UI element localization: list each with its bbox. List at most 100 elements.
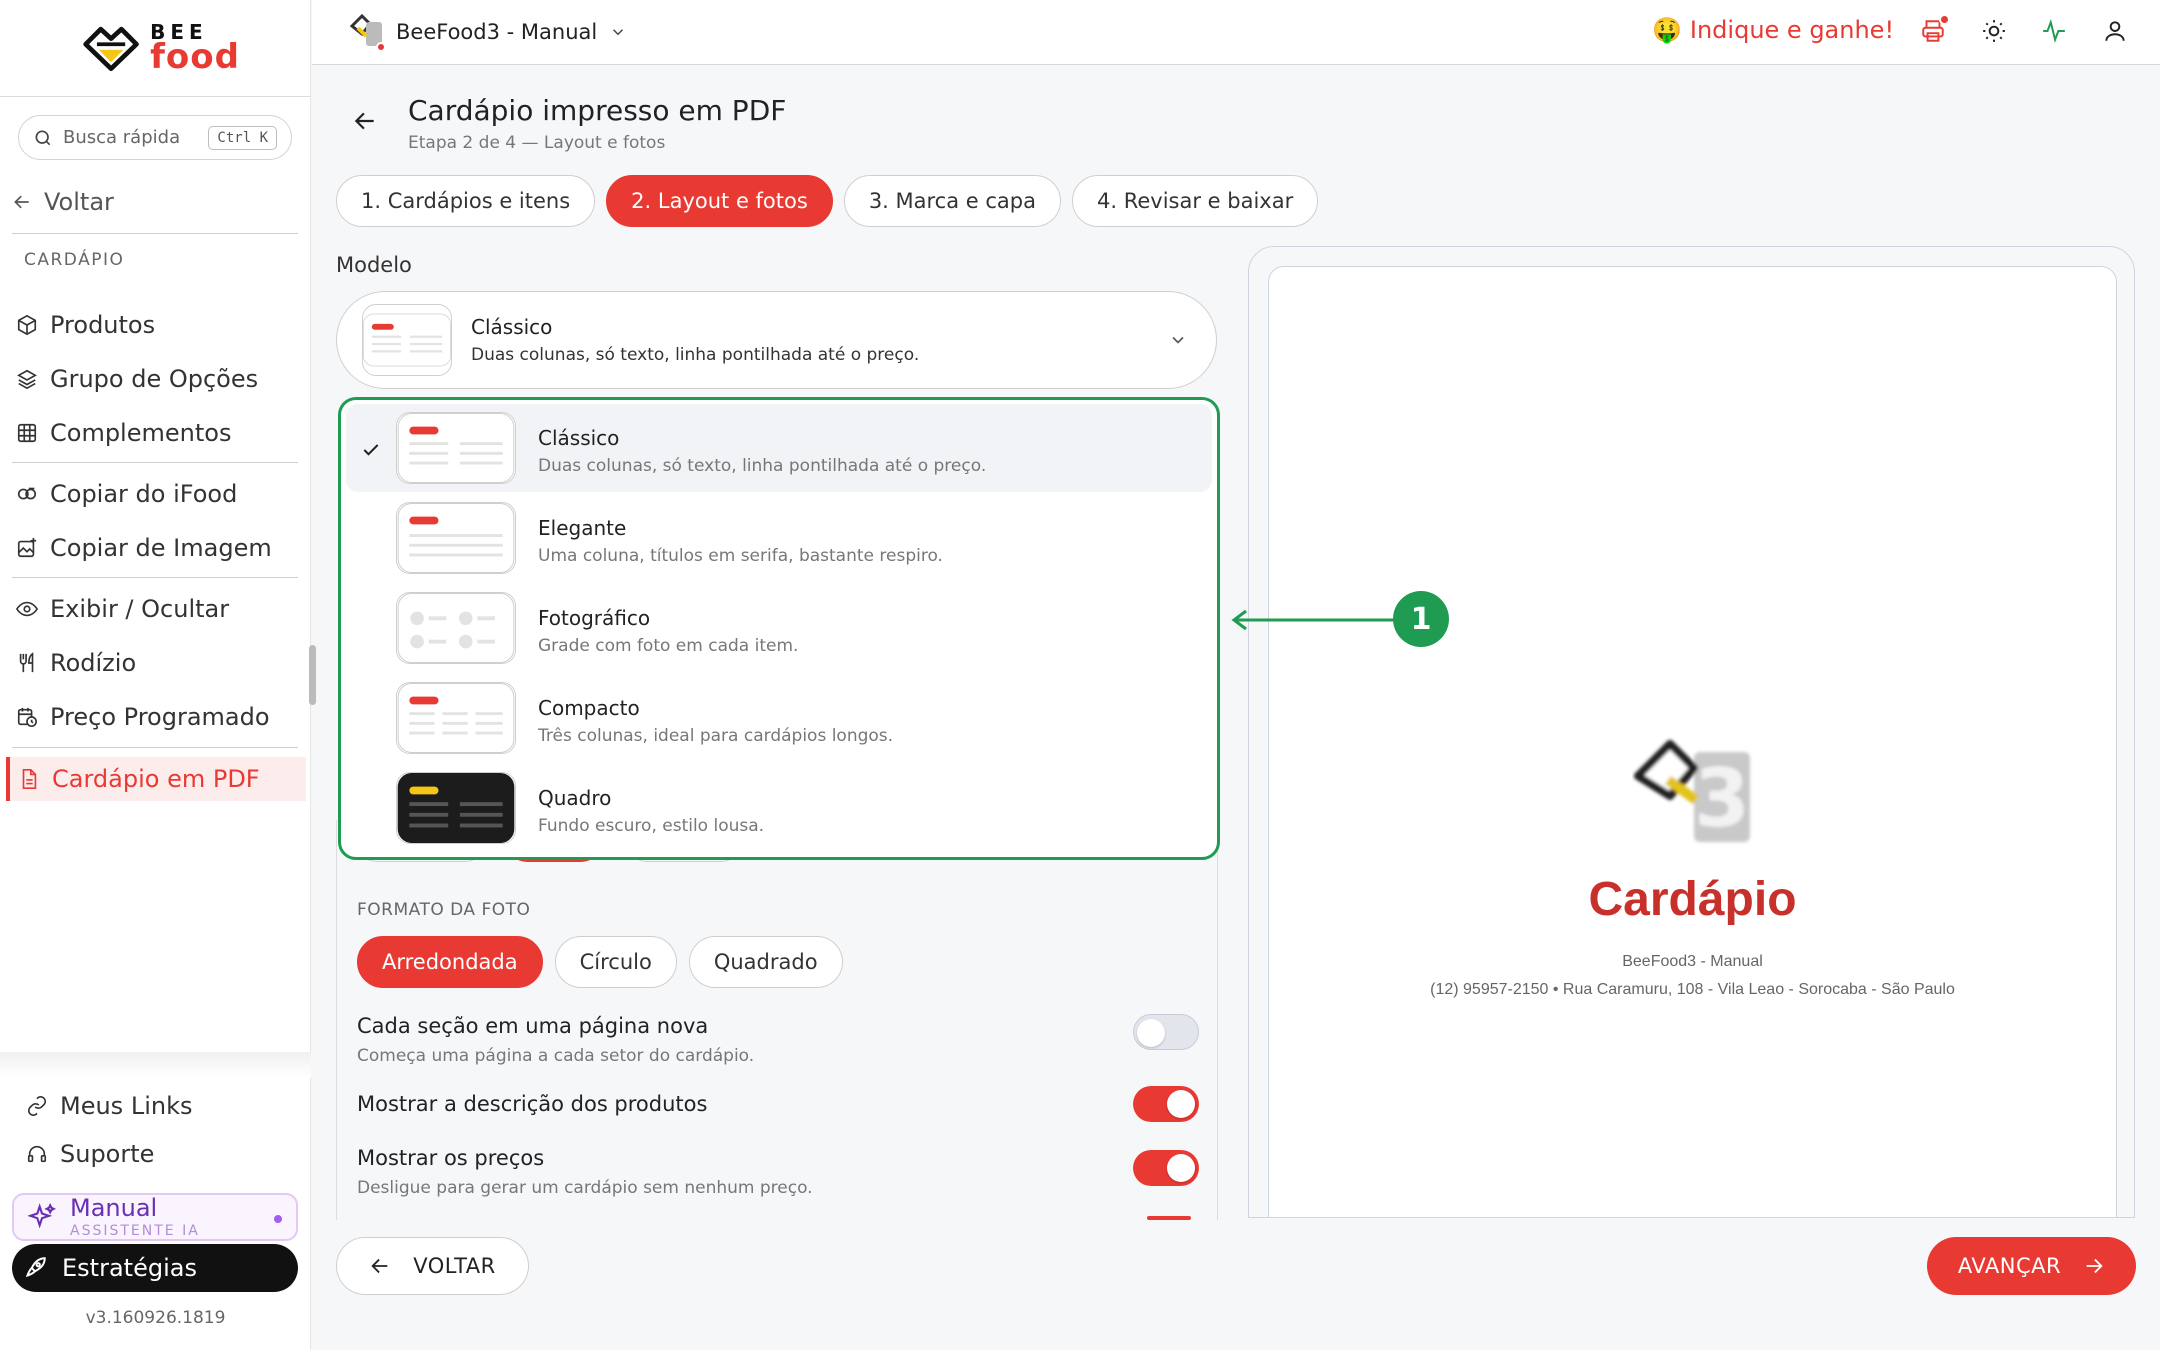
sidebar-item-copiar-de-imagem[interactable]: Copiar de Imagem [6,526,306,570]
link-icon [27,1096,47,1116]
page-back-button[interactable] [352,108,378,134]
sidebar-item-label: Cardápio em PDF [52,765,260,793]
sidebar-section-label: CARDÁPIO [24,250,125,270]
theme-toggle-button[interactable] [1981,18,2007,44]
photo-format-circle[interactable]: Círculo [554,936,677,988]
activity-button[interactable] [2041,18,2067,44]
layout-settings-panel: FORMATO DA FOTO Arredondada Círculo Quad… [336,820,1218,1220]
preview-contact-line: (12) 95957-2150 • Rua Caramuru, 108 - Vi… [1430,981,1955,998]
step-tab-1[interactable]: 1. Cardápios e itens [336,175,596,227]
eye-icon [16,601,38,617]
model-option-desc: Duas colunas, só texto, linha pontilhada… [538,456,987,476]
sidebar-item-exibir-ocultar[interactable]: Exibir / Ocultar [6,587,306,631]
step-tab-3[interactable]: 3. Marca e capa [843,175,1061,227]
sidebar-item-label: Rodízio [50,649,137,677]
assistant-subtitle: ASSISTENTE IA [70,1223,200,1239]
toggle-new-page-per-section[interactable] [1133,1014,1199,1050]
sidebar-back-label: Voltar [44,188,114,216]
sidebar-divider [12,747,298,748]
sidebar-divider [12,462,298,463]
toggle-knob [1137,1019,1165,1047]
printer-alert-badge [1939,14,1950,25]
toggle-show-prices[interactable] [1133,1150,1199,1186]
model-label: Modelo [336,253,412,277]
sidebar-item-grupo-de-opcoes[interactable]: Grupo de Opções [6,357,306,401]
photo-format-square[interactable]: Quadrado [688,936,843,988]
box-icon [17,314,37,336]
model-option-fotografico[interactable]: Fotográfico Grade com foto em cada item. [346,584,1212,672]
sidebar-item-label: Exibir / Ocultar [50,595,230,623]
chevron-down-icon [613,29,624,36]
model-option-desc: Fundo escuro, estilo lousa. [538,816,765,836]
strategies-button[interactable]: Estratégias [12,1244,298,1292]
user-icon [2105,21,2125,41]
refer-and-earn-link[interactable]: 🤑 Indique e ganhe! [1652,16,1894,44]
model-option-name: Compacto [538,696,640,720]
sidebar-item-complementos[interactable]: Complementos [6,411,306,455]
photo-format-rounded[interactable]: Arredondada [357,936,543,988]
user-button[interactable] [2102,18,2128,44]
sidebar-item-suporte[interactable]: Suporte [16,1132,316,1176]
model-option-quadro[interactable]: Quadro Fundo escuro, estilo lousa. [346,764,1212,852]
next-button-label: AVANÇAR [1957,1254,2062,1278]
sidebar-scrollbar[interactable] [309,645,316,705]
svg-text:3: 3 [1694,752,1750,845]
next-button[interactable]: AVANÇAR [1927,1237,2136,1295]
sidebar-item-produtos[interactable]: Produtos [6,303,306,347]
sidebar-divider [12,233,298,234]
model-option-name: Fotográfico [538,606,651,630]
store-logo [348,14,386,52]
chevron-down-icon [1172,336,1184,344]
setting-new-page-per-section: Cada seção em uma página nova Começa uma… [357,1014,1199,1066]
annotation-badge: 1 [1393,591,1449,647]
activity-icon [2043,19,2065,43]
search-icon [35,130,51,145]
toggle-show-descriptions[interactable] [1133,1086,1199,1122]
chalkboard-layout-thumbnail [396,772,516,844]
sidebar-item-copiar-do-ifood[interactable]: Copiar do iFood [6,472,306,516]
back-button[interactable]: VOLTAR [336,1237,529,1295]
setting-desc: Começa uma página a cada setor do cardáp… [357,1046,755,1066]
refer-label: Indique e ganhe! [1689,16,1895,44]
model-option-compacto[interactable]: Compacto Três colunas, ideal para cardáp… [346,674,1212,762]
photo-format-label: FORMATO DA FOTO [357,900,531,920]
sidebar-back-link[interactable]: Voltar [12,188,114,216]
sidebar-item-label: Grupo de Opções [50,365,259,393]
cutlery-icon [19,652,34,673]
annotation-arrow [1231,609,1394,631]
model-select[interactable]: Clássico Duas colunas, só texto, linha p… [336,291,1217,389]
cloud-copy-icon [17,487,37,500]
setting-title: Mostrar a descrição dos produtos [357,1092,708,1116]
step-tab-2[interactable]: 2. Layout e fotos [606,175,833,227]
model-option-desc: Três colunas, ideal para cardápios longo… [538,726,894,746]
page-subtitle: Etapa 2 de 4 — Layout e fotos [408,133,666,153]
model-option-desc: Uma coluna, títulos em serifa, bastante … [538,546,943,566]
bee-food-logo[interactable]: BEE food [80,20,240,76]
sun-icon [1983,20,2005,42]
store-logo-image: 3 [1634,740,1750,845]
printer-button[interactable] [1920,14,1950,44]
photo-format-options: Arredondada Círculo Quadrado [357,936,843,988]
sidebar-item-cardapio-em-pdf[interactable]: Cardápio em PDF [6,757,306,801]
next-toggle-partial [1147,1216,1191,1220]
preview-title: Cardápio [1588,873,1797,926]
assistant-title: Manual [70,1194,158,1222]
toggle-knob [1167,1090,1195,1118]
money-face-icon: 🤑 [1652,16,1682,44]
step-tab-4[interactable]: 4. Revisar e baixar [1071,175,1319,227]
setting-show-prices: Mostrar os preços Desligue para gerar um… [357,1146,1199,1198]
headset-icon [27,1145,47,1163]
sidebar-item-preco-programado[interactable]: Preço Programado [6,695,306,739]
page-title: Cardápio impresso em PDF [408,94,787,127]
sidebar-item-meus-links[interactable]: Meus Links [16,1084,316,1128]
model-option-classico[interactable]: Clássico Duas colunas, só texto, linha p… [346,404,1212,492]
bee-logo-icon [83,26,139,72]
sidebar-item-rodizio[interactable]: Rodízio [6,641,306,685]
sidebar-divider [12,577,298,578]
quick-search[interactable]: Busca rápida Ctrl K [18,115,292,160]
model-option-elegante[interactable]: Elegante Uma coluna, títulos em serifa, … [346,494,1212,582]
setting-desc: Desligue para gerar um cardápio sem nenh… [357,1178,813,1198]
ai-assistant-button[interactable]: Manual ASSISTENTE IA [12,1193,298,1241]
store-selector[interactable]: BeeFood3 - Manual [348,14,627,52]
compact-layout-thumbnail [396,682,516,754]
